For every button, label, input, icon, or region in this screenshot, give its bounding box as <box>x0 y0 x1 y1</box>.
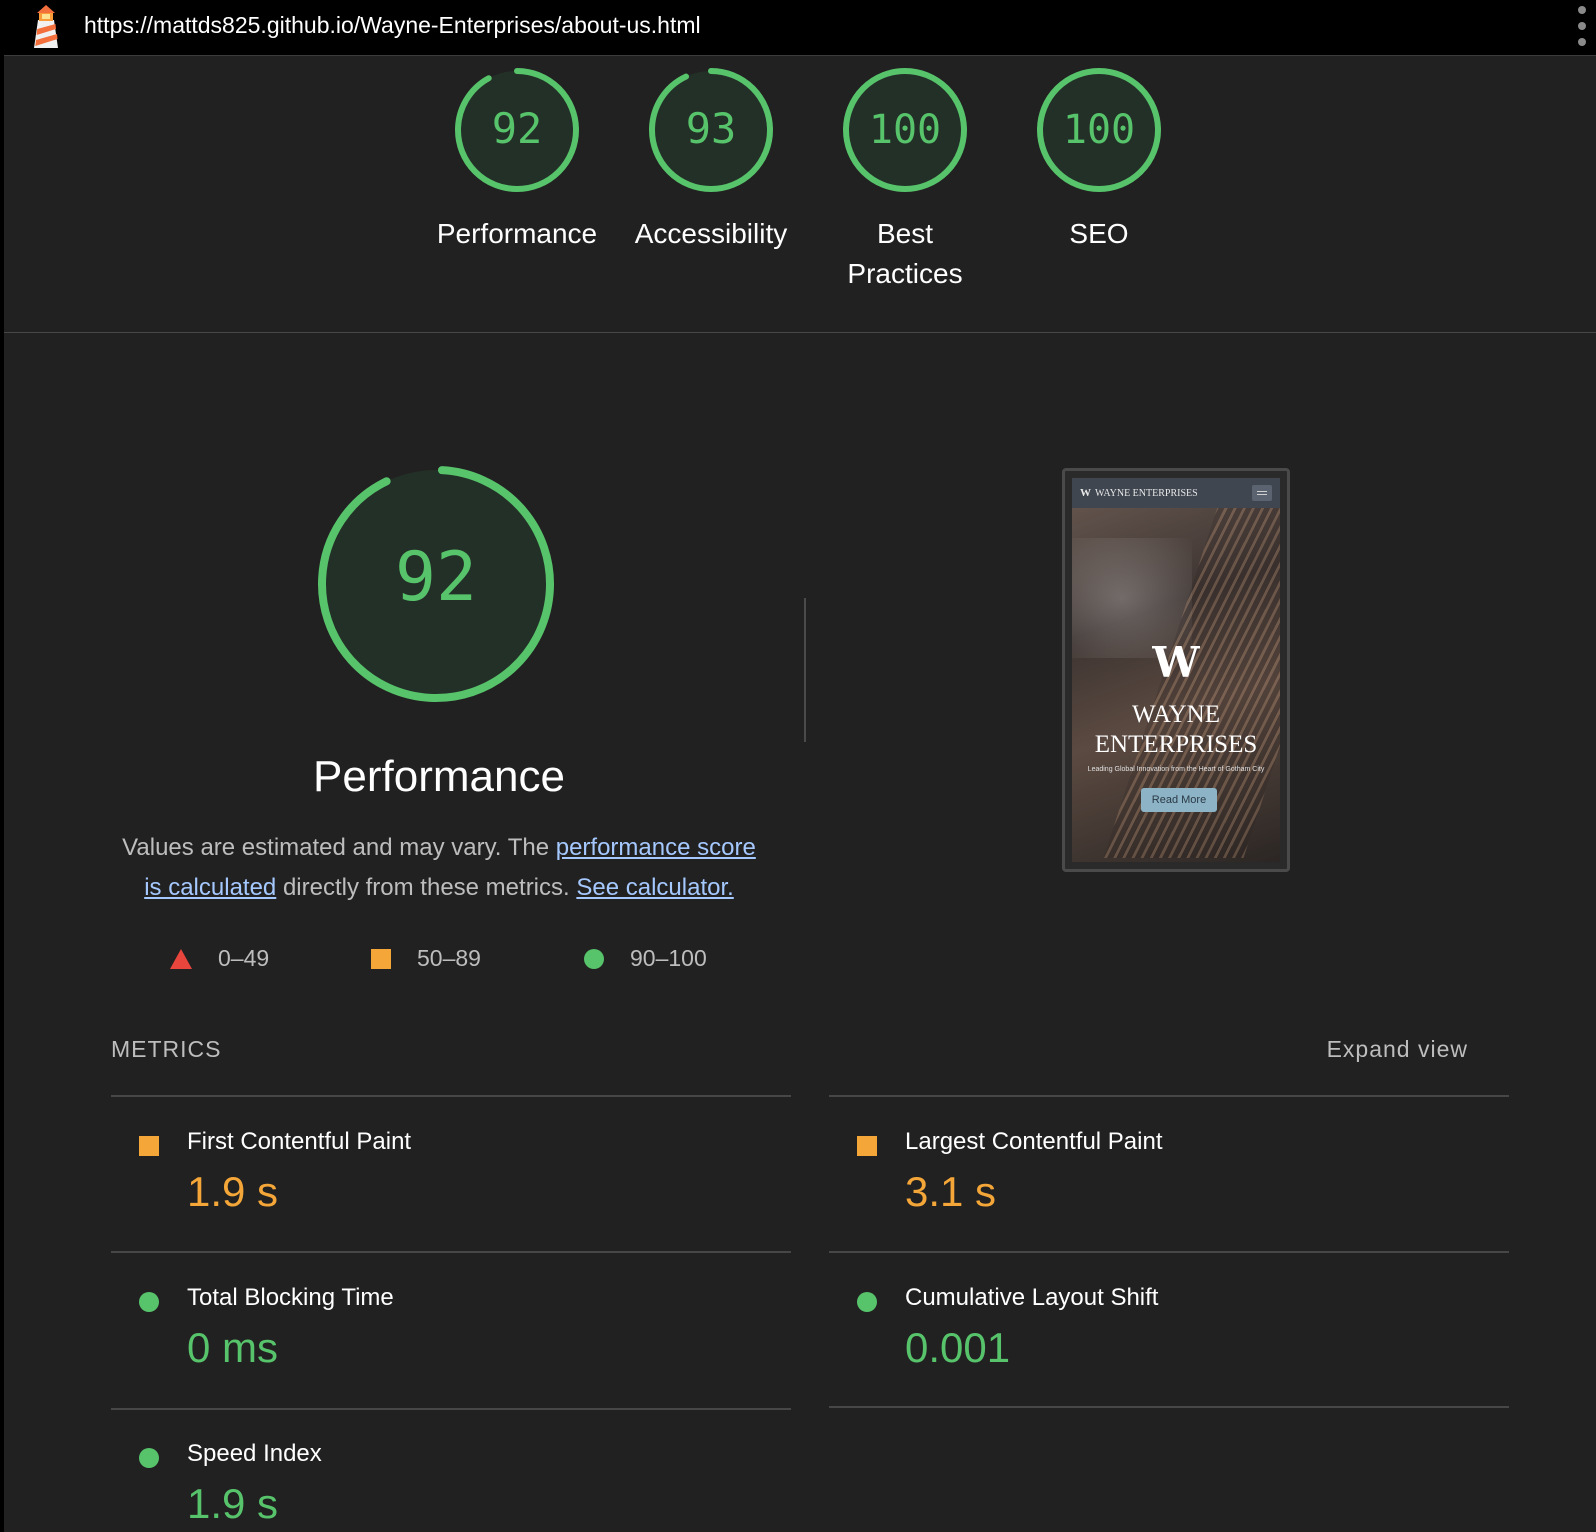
legend-fail: 0–49 <box>170 945 269 972</box>
gauge-label: Accessibility <box>634 218 788 249</box>
metric-value: 0 ms <box>187 1324 279 1371</box>
lighthouse-report: https://mattds825.github.io/Wayne-Enterp… <box>0 0 1596 1532</box>
gauge-ring: 92 <box>455 68 579 192</box>
metrics-rule <box>111 1251 791 1253</box>
section-divider <box>4 332 1596 333</box>
gauge-ring: 93 <box>649 68 773 192</box>
screenshot-navbar: W WAYNE ENTERPRISES <box>1072 478 1280 508</box>
gauge-score: 92 <box>492 104 543 153</box>
category-gauge-performance[interactable]: 92 Performance <box>427 64 607 254</box>
wayne-logo-icon: W <box>1080 487 1091 499</box>
metrics-rule <box>111 1095 791 1097</box>
circle-icon <box>139 1292 159 1312</box>
category-gauge-seo[interactable]: 100 SEO <box>1009 64 1189 254</box>
metrics-heading: METRICS <box>111 1036 222 1062</box>
screenshot-nav-brand: WAYNE ENTERPRISES <box>1095 487 1198 499</box>
expand-view-toggle[interactable]: Expand view <box>1327 1036 1468 1063</box>
desc-middle: directly from these metrics. <box>276 874 577 901</box>
gauge-ring: 100 <box>1037 68 1161 192</box>
screenshot-brand-line1: WAYNE <box>1132 701 1220 728</box>
metric-name: Cumulative Layout Shift <box>905 1284 1159 1311</box>
legend-pass-range: 90–100 <box>630 945 707 971</box>
performance-gauge: 92 <box>318 466 554 702</box>
screenshot-tagline: Leading Global Innovation from the Heart… <box>1087 766 1265 773</box>
gauge-ring: 100 <box>843 68 967 192</box>
metric-value: 3.1 s <box>905 1168 997 1215</box>
legend-fail-range: 0–49 <box>218 945 270 971</box>
wayne-emblem-icon: W <box>1152 638 1200 687</box>
square-icon <box>139 1136 159 1156</box>
screenshot-image: W WAYNE ENTERPRISES W WAYNE ENTERPRISES … <box>1072 478 1280 862</box>
triangle-icon <box>170 948 192 969</box>
report-url[interactable]: https://mattds825.github.io/Wayne-Enterp… <box>84 12 701 39</box>
square-icon <box>857 1136 877 1156</box>
metric-value: 1.9 s <box>187 1480 279 1527</box>
metrics-rule <box>829 1251 1509 1253</box>
see-calculator-link[interactable]: See calculator. <box>576 874 733 901</box>
report-topbar: https://mattds825.github.io/Wayne-Enterp… <box>4 0 1596 56</box>
gauge-label: Performance <box>436 218 598 249</box>
kebab-menu-icon[interactable] <box>1576 6 1588 46</box>
circle-icon <box>857 1292 877 1312</box>
gauge-label: Best Practices <box>847 218 963 289</box>
metrics-rule <box>829 1095 1509 1097</box>
circle-icon <box>139 1448 159 1468</box>
metrics-rule <box>829 1406 1509 1408</box>
screenshot-brand: WAYNE ENTERPRISES <box>1072 700 1280 760</box>
legend-average-range: 50–89 <box>417 945 481 971</box>
final-screenshot[interactable]: W WAYNE ENTERPRISES W WAYNE ENTERPRISES … <box>1062 468 1290 872</box>
legend-pass: 90–100 <box>584 945 707 972</box>
vertical-divider <box>804 598 806 742</box>
metric-value: 1.9 s <box>187 1168 279 1215</box>
metric-name: Largest Contentful Paint <box>905 1128 1163 1155</box>
metric-name: Speed Index <box>187 1440 322 1467</box>
gauge-score: 100 <box>1063 107 1135 153</box>
gauge-label: SEO <box>1069 218 1129 249</box>
metric-name: First Contentful Paint <box>187 1128 412 1155</box>
category-gauge-best-practices[interactable]: 100 Best Practices <box>815 64 995 294</box>
performance-gauge-score: 92 <box>395 538 477 617</box>
gauge-score: 100 <box>869 107 941 153</box>
screenshot-brand-line2: ENTERPRISES <box>1094 731 1258 758</box>
circle-icon <box>584 948 604 969</box>
metric-value: 0.001 <box>905 1324 1011 1371</box>
category-gauge-accessibility[interactable]: 93 Accessibility <box>621 64 801 254</box>
metrics-rule <box>111 1408 791 1410</box>
desc-prefix: Values are estimated and may vary. The <box>122 834 556 861</box>
square-icon <box>371 948 391 969</box>
lighthouse-icon <box>34 5 58 48</box>
performance-title: Performance <box>313 752 565 801</box>
gauge-score: 93 <box>686 104 737 153</box>
performance-description: Values are estimated and may vary. The p… <box>114 828 764 908</box>
hamburger-menu-icon <box>1252 485 1272 501</box>
metric-name: Total Blocking Time <box>187 1284 394 1311</box>
screenshot-read-more: Read More <box>1141 788 1217 812</box>
legend-average: 50–89 <box>371 945 481 972</box>
